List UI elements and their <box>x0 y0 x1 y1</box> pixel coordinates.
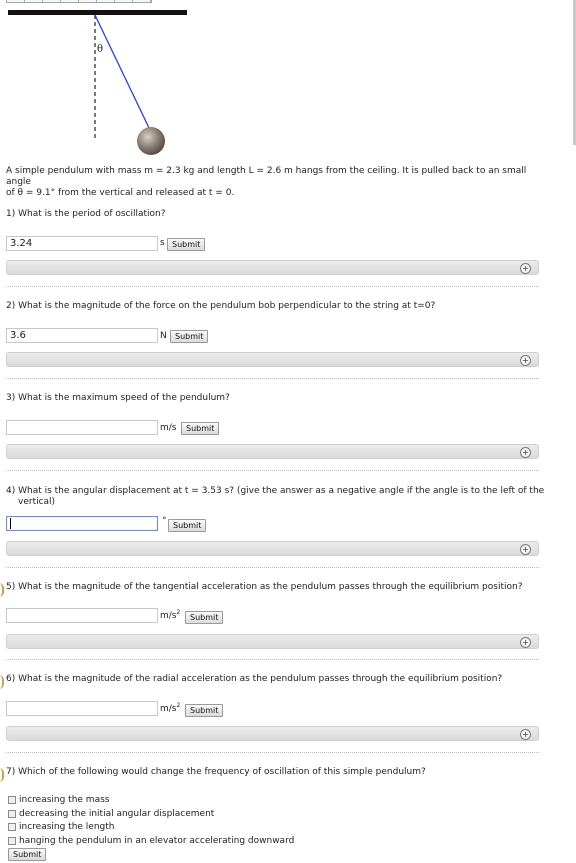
submit-button-1[interactable]: Submit <box>167 238 206 251</box>
checkbox[interactable] <box>8 809 16 818</box>
plus-circle-icon[interactable]: + <box>520 447 531 458</box>
hint-bar-6[interactable]: + <box>6 726 539 741</box>
question-marker <box>0 768 4 782</box>
pendulum-figure: θ <box>8 10 187 155</box>
unit-label-6: m/s2 <box>160 702 181 715</box>
question-6-text: 6) What is the magnitude of the radial a… <box>6 674 503 684</box>
answer-input-3[interactable] <box>6 420 158 435</box>
answer-input-6[interactable] <box>6 701 158 716</box>
choice-label: decreasing the initial angular displacem… <box>19 809 215 819</box>
unit-exponent: 2 <box>176 702 181 709</box>
choice-label: increasing the length <box>19 822 115 832</box>
divider <box>6 378 539 379</box>
unit-label-3: m/s <box>160 423 177 433</box>
answer-input-2[interactable]: 3.6 <box>6 328 158 343</box>
theta-label: θ <box>97 44 103 55</box>
unit-label-5: m/s2 <box>160 609 181 622</box>
unit-exponent: 2 <box>176 609 181 616</box>
choice-option[interactable]: increasing the length <box>8 821 115 833</box>
choice-label: hanging the pendulum in an elevator acce… <box>19 836 295 846</box>
unit-label-1: s <box>160 238 165 248</box>
plus-circle-icon[interactable]: + <box>520 355 531 366</box>
submit-button-7[interactable]: Submit <box>8 848 47 861</box>
checkbox[interactable] <box>8 795 16 804</box>
pendulum-bob <box>137 127 165 155</box>
ceiling-bar <box>8 10 187 15</box>
question-1-text: 1) What is the period of oscillation? <box>6 209 166 219</box>
unit-label-4: ° <box>162 516 167 526</box>
divider <box>6 752 539 753</box>
hint-bar-5[interactable]: + <box>6 634 539 649</box>
question-5-text: 5) What is the magnitude of the tangenti… <box>6 582 523 592</box>
hint-bar-3[interactable]: + <box>6 444 539 459</box>
question-3-text: 3) What is the maximum speed of the pend… <box>6 393 230 403</box>
unit-text: m/s <box>160 704 177 714</box>
question-2-text: 2) What is the magnitude of the force on… <box>6 301 436 311</box>
question-4-text: 4) What is the angular displacement at t… <box>6 486 546 508</box>
plus-circle-icon[interactable]: + <box>520 263 531 274</box>
problem-statement: A simple pendulum with mass m = 2.3 kg a… <box>6 166 546 199</box>
text-caret <box>10 518 11 529</box>
plus-circle-icon[interactable]: + <box>520 729 531 740</box>
submit-button-4[interactable]: Submit <box>168 519 207 532</box>
checkbox[interactable] <box>8 836 16 845</box>
divider <box>6 470 539 471</box>
question-4-line-1: 4) What is the angular displacement at t… <box>6 486 545 496</box>
plus-circle-icon[interactable]: + <box>520 544 531 555</box>
hint-bar-1[interactable]: + <box>6 260 539 275</box>
divider <box>6 286 539 287</box>
choice-option[interactable]: hanging the pendulum in an elevator acce… <box>8 835 294 847</box>
question-marker <box>0 675 4 689</box>
divider <box>6 567 539 568</box>
answer-input-1[interactable]: 3.24 <box>6 236 158 251</box>
question-4-line-2: vertical) <box>18 497 56 507</box>
problem-line-1: A simple pendulum with mass m = 2.3 kg a… <box>6 166 527 187</box>
submit-button-2[interactable]: Submit <box>170 330 209 343</box>
submit-button-5[interactable]: Submit <box>185 611 224 624</box>
submit-button-6[interactable]: Submit <box>185 704 224 717</box>
hint-bar-2[interactable]: + <box>6 352 539 367</box>
choice-option[interactable]: decreasing the initial angular displacem… <box>8 808 214 820</box>
hint-bar-4[interactable]: + <box>6 541 539 556</box>
question-marker <box>0 583 4 597</box>
choice-option[interactable]: increasing the mass <box>8 794 109 806</box>
submit-button-3[interactable]: Submit <box>181 422 220 435</box>
plus-circle-icon[interactable]: + <box>520 637 531 648</box>
answer-input-4[interactable] <box>6 516 158 531</box>
choice-label: increasing the mass <box>19 795 110 805</box>
problem-line-2: of θ = 9.1° from the vertical and releas… <box>6 188 235 198</box>
question-7-text: 7) Which of the following would change t… <box>6 767 426 777</box>
unit-text: m/s <box>160 611 177 621</box>
checkbox[interactable] <box>8 822 16 831</box>
unit-label-2: N <box>160 331 167 341</box>
pendulum-string <box>94 14 151 131</box>
divider <box>6 659 539 660</box>
answer-input-5[interactable] <box>6 608 158 623</box>
